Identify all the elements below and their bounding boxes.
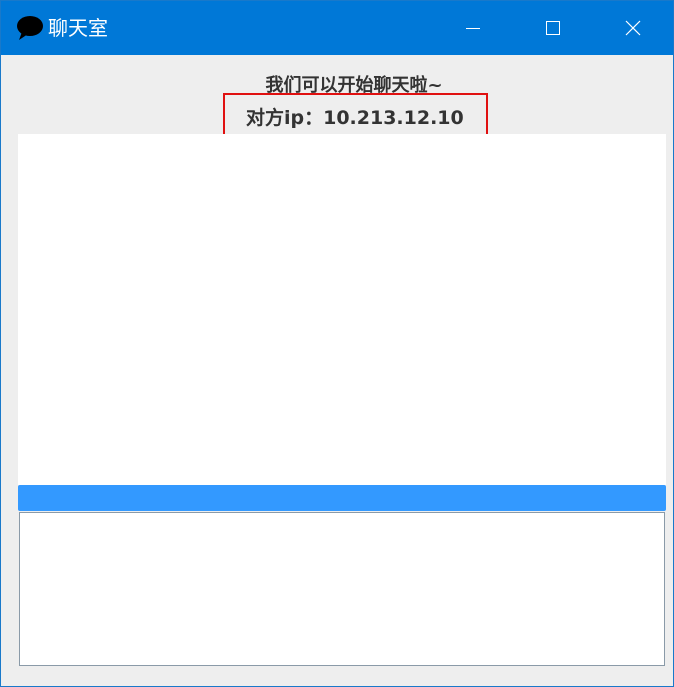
maximize-button[interactable] [513, 1, 593, 55]
maximize-icon [545, 20, 561, 36]
window-title: 聊天室 [48, 16, 108, 40]
close-button[interactable] [593, 1, 673, 55]
message-input[interactable] [19, 512, 665, 666]
send-bar[interactable] [18, 485, 666, 511]
title-bar[interactable]: 聊天室 [1, 1, 673, 55]
chat-window: 聊天室 我们可以开始聊天啦~ 对方ip：10.213.12.10 [0, 0, 674, 687]
minimize-icon [465, 20, 481, 36]
chat-message-area[interactable] [18, 134, 666, 485]
close-icon [625, 20, 641, 36]
minimize-button[interactable] [433, 1, 513, 55]
speech-bubble-icon [15, 15, 45, 41]
